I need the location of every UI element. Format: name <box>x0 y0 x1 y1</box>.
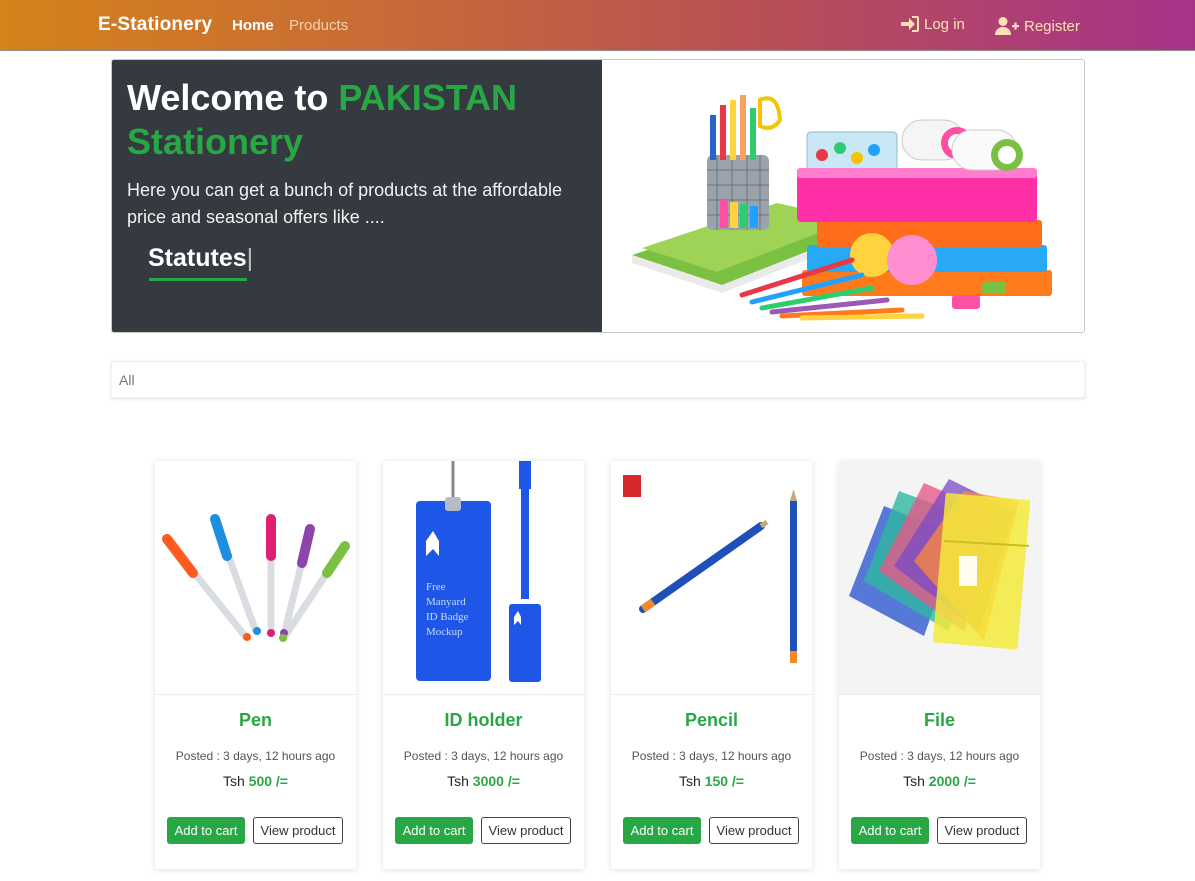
product-name[interactable]: ID holder <box>383 710 584 731</box>
badge-mock-line: ID Badge <box>426 611 469 623</box>
card-divider <box>611 694 812 695</box>
file-folders-image <box>839 461 1040 694</box>
hero-text-panel: Welcome to PAKISTAN Stationery Here you c… <box>112 60 602 332</box>
view-product-button[interactable]: View product <box>709 817 799 844</box>
user-plus-icon <box>995 17 1019 35</box>
id-badge-image: Free Manyard ID Badge Mockup <box>383 461 584 694</box>
top-navbar: E-Stationery Home Products Log in Regist… <box>0 0 1195 51</box>
price-currency: Tsh <box>903 773 925 789</box>
price-suffix: /= <box>275 773 288 789</box>
price-suffix: /= <box>507 773 520 789</box>
login-link[interactable]: Log in <box>900 15 965 33</box>
login-label: Log in <box>924 15 965 33</box>
category-filter-bar: All <box>111 361 1085 398</box>
price-currency: Tsh <box>222 773 245 789</box>
product-price: Tsh 500 /= <box>155 773 356 789</box>
hero-description: Here you can get a bunch of products at … <box>127 180 562 227</box>
badge-mock-line: Manyard <box>426 596 466 608</box>
price-suffix: /= <box>963 773 976 789</box>
add-to-cart-button[interactable]: Add to cart <box>623 817 701 844</box>
nav-link-products[interactable]: Products <box>289 17 348 34</box>
hero-banner: Welcome to PAKISTAN Stationery Here you c… <box>111 59 1085 333</box>
sign-in-icon <box>901 16 919 32</box>
price-amount: 2000 <box>928 773 960 789</box>
product-name[interactable]: File <box>839 710 1040 731</box>
price-amount: 150 <box>704 773 729 789</box>
hero-typed-text: Statutes| <box>148 244 253 273</box>
add-to-cart-button[interactable]: Add to cart <box>395 817 473 844</box>
product-card-file: File Posted : 3 days, 12 hours ago Tsh 2… <box>839 461 1040 869</box>
badge-mock-line: Mockup <box>426 626 463 638</box>
typing-cursor: | <box>246 244 254 272</box>
stationery-collection-image <box>602 60 1084 332</box>
register-link[interactable]: Register <box>995 16 1080 36</box>
pens-image <box>155 461 356 694</box>
card-divider <box>839 694 1040 695</box>
price-amount: 3000 <box>472 773 504 789</box>
card-divider <box>383 694 584 695</box>
product-price: Tsh 150 /= <box>611 773 812 789</box>
view-product-button[interactable]: View product <box>253 817 343 844</box>
product-name[interactable]: Pen <box>155 710 356 731</box>
product-card-id-holder: Free Manyard ID Badge Mockup ID holder P… <box>383 461 584 869</box>
hero-title: Welcome to PAKISTAN Stationery <box>127 76 597 164</box>
hero-title-prefix: Welcome to <box>127 77 339 118</box>
register-label: Register <box>1024 17 1080 35</box>
posted-time: Posted : 3 days, 12 hours ago <box>859 749 1020 763</box>
pencils-image <box>611 461 812 694</box>
product-card-pencil: Pencil Posted : 3 days, 12 hours ago Tsh… <box>611 461 812 869</box>
price-suffix: /= <box>731 773 744 789</box>
nav-link-home[interactable]: Home <box>232 17 274 34</box>
typed-underline <box>149 278 247 281</box>
add-to-cart-button[interactable]: Add to cart <box>167 817 245 844</box>
price-amount: 500 <box>248 773 273 789</box>
posted-time: Posted : 3 days, 12 hours ago <box>175 749 336 763</box>
hero-title-accent-brand: Stationery <box>127 121 304 162</box>
brand-logo[interactable]: E-Stationery <box>98 14 212 36</box>
price-currency: Tsh <box>678 773 701 789</box>
posted-time: Posted : 3 days, 12 hours ago <box>403 749 564 763</box>
view-product-button[interactable]: View product <box>937 817 1027 844</box>
product-card-pen: Pen Posted : 3 days, 12 hours ago Tsh 50… <box>155 461 356 869</box>
hero-title-accent-country: PAKISTAN <box>338 77 518 118</box>
badge-mockup-text: Free Manyard ID Badge Mockup <box>426 580 468 640</box>
product-price: Tsh 2000 /= <box>839 773 1040 789</box>
add-to-cart-button[interactable]: Add to cart <box>851 817 929 844</box>
product-name[interactable]: Pencil <box>611 710 812 731</box>
view-product-button[interactable]: View product <box>481 817 571 844</box>
posted-time: Posted : 3 days, 12 hours ago <box>631 749 792 763</box>
product-price: Tsh 3000 /= <box>383 773 584 789</box>
badge-mock-line: Free <box>426 581 446 593</box>
card-divider <box>155 694 356 695</box>
filter-all[interactable]: All <box>119 372 135 388</box>
typed-word: Statutes <box>148 244 247 272</box>
price-currency: Tsh <box>447 773 469 789</box>
